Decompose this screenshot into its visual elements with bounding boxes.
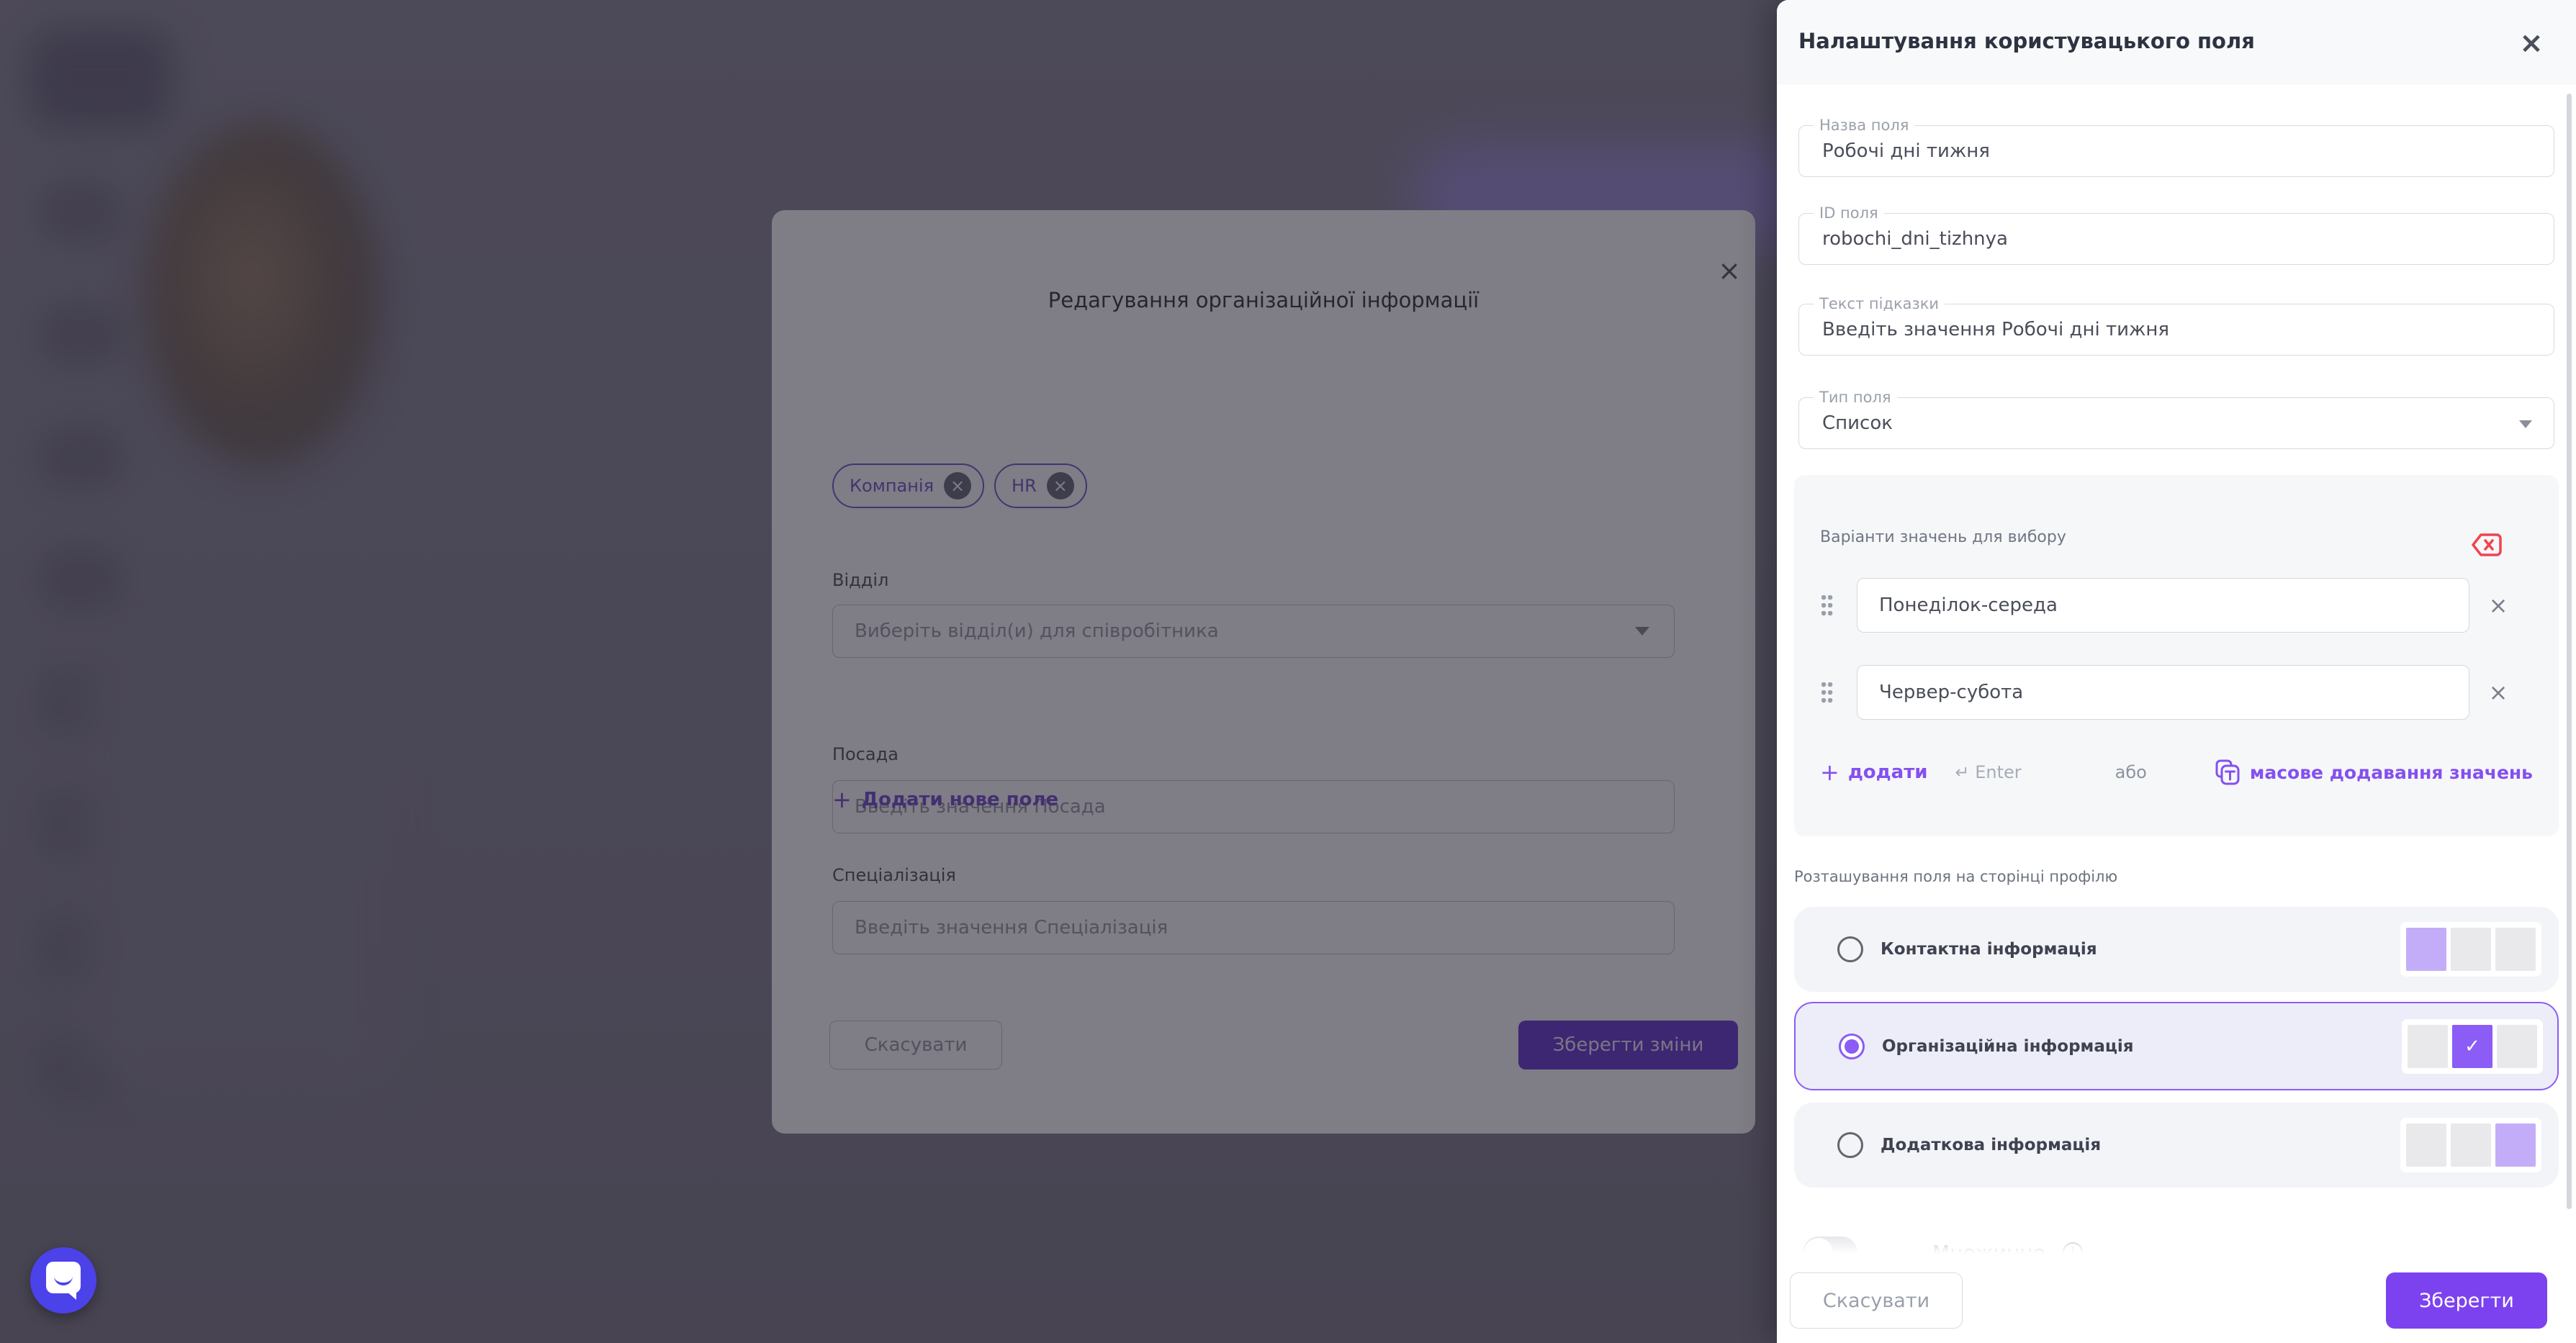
- scrollbar[interactable]: [2567, 94, 2572, 1209]
- drag-handle-icon[interactable]: [1821, 595, 1833, 617]
- add-variant-button[interactable]: + додати: [1820, 759, 1928, 786]
- remove-variant-icon[interactable]: ×: [2484, 591, 2513, 620]
- placement-option-contact[interactable]: Контактна інформація: [1794, 907, 2559, 992]
- chat-launcher-button[interactable]: [30, 1247, 96, 1313]
- variants-title: Варіанти значень для вибору: [1820, 528, 2066, 546]
- bulk-add-label: масове додавання значень: [2250, 762, 2533, 783]
- field-hint: Текст підказки: [1798, 304, 2554, 356]
- field-type-value: Список: [1822, 398, 1893, 448]
- field-name-input[interactable]: [1799, 126, 2554, 176]
- clear-all-values-icon[interactable]: [2471, 533, 2503, 557]
- drag-handle-icon[interactable]: [1821, 682, 1833, 704]
- chevron-down-icon[interactable]: [2519, 420, 2532, 428]
- placement-option-label: Контактна інформація: [1881, 940, 2097, 959]
- variant-row: ×: [1794, 578, 2559, 633]
- remove-variant-icon[interactable]: ×: [2484, 678, 2513, 707]
- placement-section-label: Розташування поля на сторінці профілю: [1794, 868, 2117, 885]
- bulk-add-values-button[interactable]: масове додавання значень: [2215, 759, 2533, 785]
- screen: × Редагування організаційної інформації …: [0, 0, 2576, 1343]
- plus-icon: +: [1820, 759, 1839, 786]
- drawer-save-button[interactable]: Зберегти: [2386, 1272, 2547, 1329]
- placement-option-label: Організаційна інформація: [1882, 1037, 2134, 1056]
- enter-key-hint: ↵ Enter: [1955, 762, 2022, 782]
- field-hint-input[interactable]: [1799, 304, 2554, 355]
- field-id: ID поля: [1798, 213, 2554, 265]
- paste-icon: [2215, 759, 2240, 785]
- placement-option-organizational[interactable]: Організаційна інформація ✓: [1794, 1002, 2559, 1090]
- variants-card: Варіанти значень для вибору × ×: [1794, 475, 2559, 836]
- radio-icon[interactable]: [1837, 936, 1863, 962]
- or-label: або: [2115, 762, 2147, 782]
- variants-add-row: + додати ↵ Enter або масове додавання зн…: [1820, 754, 2533, 790]
- variant-value-input[interactable]: [1857, 579, 2469, 632]
- add-variant-label: додати: [1848, 761, 1928, 783]
- field-id-input[interactable]: [1799, 214, 2554, 264]
- variant-input-wrap: [1857, 578, 2469, 633]
- variant-row: ×: [1794, 665, 2559, 720]
- drawer-header: Налаштування користувацького поля ×: [1777, 0, 2576, 85]
- layout-preview: ✓: [2402, 1019, 2543, 1074]
- check-icon: ✓: [2464, 1036, 2480, 1057]
- placement-option-additional[interactable]: Додаткова інформація: [1794, 1103, 2559, 1188]
- chat-bubble-icon: [46, 1262, 81, 1293]
- layout-preview: [2400, 1118, 2541, 1172]
- placement-option-label: Додаткова інформація: [1881, 1136, 2101, 1154]
- drawer-footer: Скасувати Зберегти: [1777, 1258, 2576, 1343]
- drawer-title: Налаштування користувацького поля: [1798, 29, 2255, 53]
- layout-preview: [2400, 922, 2541, 977]
- variant-value-input[interactable]: [1857, 666, 2469, 719]
- radio-checked-icon[interactable]: [1839, 1034, 1865, 1059]
- field-type: Тип поля Список: [1798, 397, 2554, 449]
- custom-field-settings-drawer: Налаштування користувацького поля × Назв…: [1777, 0, 2576, 1343]
- radio-icon[interactable]: [1837, 1132, 1863, 1158]
- close-icon[interactable]: ×: [2513, 24, 2550, 62]
- variant-input-wrap: [1857, 665, 2469, 720]
- field-name: Назва поля: [1798, 125, 2554, 177]
- drawer-cancel-button[interactable]: Скасувати: [1790, 1272, 1963, 1329]
